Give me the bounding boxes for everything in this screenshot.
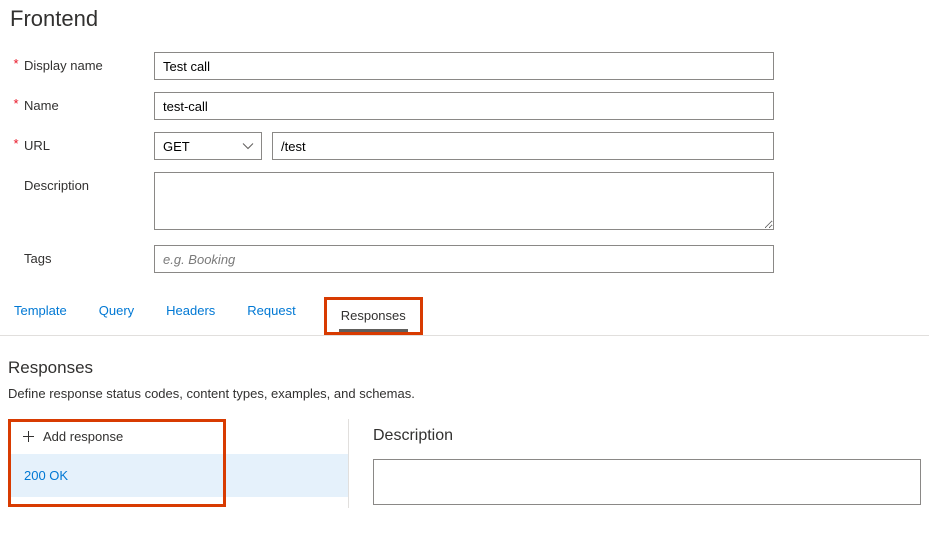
tags-input[interactable] — [154, 245, 774, 273]
row-tags: Tags — [8, 239, 921, 279]
http-method-value[interactable] — [154, 132, 262, 160]
responses-layout: Add response 200 OK Description — [8, 419, 921, 508]
label-url: URL — [24, 132, 154, 153]
add-response-button[interactable]: Add response — [8, 419, 348, 454]
tab-template[interactable]: Template — [12, 297, 69, 335]
responses-subtext: Define response status codes, content ty… — [8, 386, 921, 401]
required-marker — [8, 132, 24, 151]
add-response-label: Add response — [43, 429, 123, 444]
tab-headers[interactable]: Headers — [164, 297, 217, 335]
row-display-name: Display name — [8, 46, 921, 86]
tab-responses[interactable]: Responses — [339, 302, 408, 332]
label-display-name: Display name — [24, 52, 154, 73]
label-tags: Tags — [24, 245, 154, 266]
row-description: Description — [8, 166, 921, 239]
response-detail-panel: Description — [348, 419, 921, 508]
page-title: Frontend — [10, 6, 921, 32]
response-item-200[interactable]: 200 OK — [8, 454, 348, 497]
row-name: Name — [8, 86, 921, 126]
required-marker — [8, 52, 24, 71]
highlight-responses-tab: Responses — [324, 297, 423, 335]
required-spacer — [8, 245, 24, 249]
url-path-input[interactable] — [272, 132, 774, 160]
description-textarea[interactable] — [154, 172, 774, 230]
required-spacer — [8, 172, 24, 176]
tabs-bar: Template Query Headers Request Responses — [12, 297, 921, 335]
row-url: URL — [8, 126, 921, 166]
tab-request[interactable]: Request — [245, 297, 297, 335]
detail-description-textarea[interactable] — [373, 459, 921, 505]
detail-description-title: Description — [373, 427, 921, 445]
responses-list-panel: Add response 200 OK — [8, 419, 348, 508]
tab-query[interactable]: Query — [97, 297, 136, 335]
http-method-dropdown[interactable] — [154, 132, 262, 160]
display-name-input[interactable] — [154, 52, 774, 80]
label-name: Name — [24, 92, 154, 113]
responses-heading: Responses — [8, 358, 921, 378]
plus-icon — [22, 430, 35, 443]
name-input[interactable] — [154, 92, 774, 120]
required-marker — [8, 92, 24, 111]
label-description: Description — [24, 172, 154, 193]
